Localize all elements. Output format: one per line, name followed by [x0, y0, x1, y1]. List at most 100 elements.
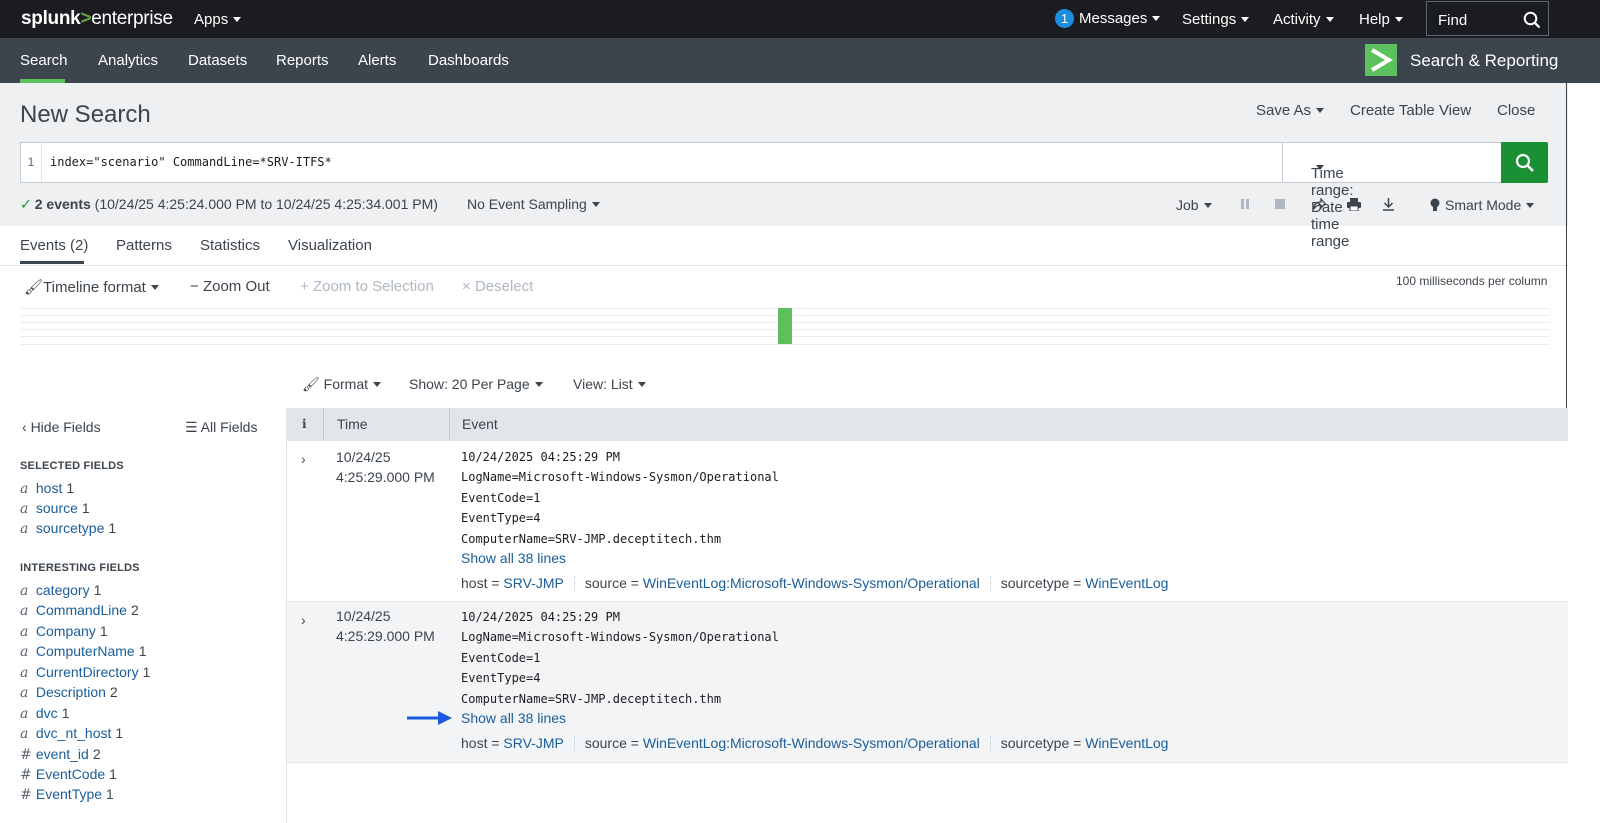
chevron-down-icon	[534, 381, 543, 387]
splunk-logo[interactable]: splunk>enterprise	[21, 8, 173, 30]
app-name[interactable]: Search & Reporting	[1410, 51, 1558, 71]
nav-dashboards[interactable]: Dashboards	[428, 52, 509, 69]
hide-fields-button[interactable]: ‹ Hide Fields	[22, 419, 101, 435]
deselect-button[interactable]: × Deselect	[462, 278, 533, 295]
event-line: LogName=Microsoft-Windows-Sysmon/Operati…	[461, 470, 779, 484]
view-menu[interactable]: View: List	[573, 376, 646, 392]
field-dvc-nt-host[interactable]: a dvc_nt_host 1	[20, 725, 123, 742]
field-source[interactable]: a source 1	[20, 500, 90, 517]
zoom-out-label: Zoom Out	[202, 278, 270, 295]
field-type: a	[20, 603, 29, 619]
zoom-out-button[interactable]: − Zoom Out	[190, 278, 270, 295]
chevron-right-icon[interactable]: ›	[301, 451, 306, 467]
search-query-input[interactable]: 1 index="scenario" CommandLine=*SRV-ITFS…	[20, 142, 1283, 183]
show-all-lines-link[interactable]: Show all 38 lines	[461, 550, 566, 566]
field-eventtype[interactable]: # EventType 1	[20, 786, 114, 803]
meta-divider	[573, 576, 575, 593]
search-button[interactable]	[1501, 142, 1548, 183]
field-event-id[interactable]: # event_id 2	[20, 746, 101, 763]
event-line: ComputerName=SRV-JMP.deceptitech.thm	[461, 532, 722, 546]
field-name: category	[35, 582, 90, 598]
field-computername[interactable]: a ComputerName 1	[20, 643, 147, 660]
time-range-picker[interactable]: Time range: Date time range	[1282, 142, 1502, 250]
field-sourcetype[interactable]: a sourcetype 1	[20, 520, 116, 537]
event-metadata: host = SRV-JMP source = WinEventLog:Micro…	[461, 575, 1168, 593]
tab-patterns[interactable]: Patterns	[116, 237, 172, 254]
meta-sourcetype-value[interactable]: WinEventLog	[1085, 575, 1168, 591]
field-type: a	[20, 481, 29, 497]
timeline-bar[interactable]	[778, 308, 792, 344]
field-name: sourcetype	[35, 520, 105, 536]
find-input[interactable]: Find	[1426, 1, 1549, 36]
search-mode-menu[interactable]: Smart Mode	[1430, 197, 1535, 213]
field-description[interactable]: a Description 2	[20, 684, 118, 701]
job-menu[interactable]: Job	[1176, 197, 1212, 213]
field-host[interactable]: a host 1	[20, 480, 74, 497]
field-count: 1	[106, 786, 114, 802]
event-line: EventCode=1	[461, 491, 541, 505]
meta-divider	[573, 736, 575, 753]
create-table-view-button[interactable]: Create Table View	[1350, 102, 1471, 119]
share-icon[interactable]	[1312, 198, 1326, 210]
field-category[interactable]: a category 1	[20, 582, 101, 599]
tab-events[interactable]: Events (2)	[20, 237, 88, 254]
nav-datasets[interactable]: Datasets	[188, 52, 247, 69]
app-nav-bar: Search Analytics Datasets Reports Alerts…	[0, 38, 1600, 83]
settings-menu[interactable]: Settings	[1182, 11, 1250, 28]
help-menu[interactable]: Help	[1359, 11, 1403, 28]
show-all-lines-link[interactable]: Show all 38 lines	[461, 710, 566, 726]
stop-icon[interactable]	[1274, 198, 1286, 210]
tab-statistics[interactable]: Statistics	[200, 237, 260, 254]
all-fields-button[interactable]: ☰ All Fields	[185, 419, 257, 436]
search-mode-label: Smart Mode	[1445, 197, 1522, 213]
field-dvc[interactable]: a dvc 1	[20, 705, 69, 722]
nav-reports[interactable]: Reports	[276, 52, 329, 69]
apps-menu[interactable]: Apps	[194, 11, 242, 28]
event-line: EventType=4	[461, 511, 541, 525]
field-commandline[interactable]: a CommandLine 2	[20, 602, 139, 619]
list-icon: ☰	[185, 419, 201, 435]
field-count: 1	[93, 582, 102, 598]
nav-alerts[interactable]: Alerts	[358, 52, 396, 69]
print-icon[interactable]	[1347, 198, 1361, 211]
app-logo-icon[interactable]	[1365, 44, 1397, 76]
save-as-button[interactable]: Save As	[1256, 102, 1325, 119]
meta-sourcetype-value[interactable]: WinEventLog	[1085, 735, 1168, 751]
scrollbar[interactable]	[1566, 83, 1567, 408]
chevron-down-icon	[373, 381, 382, 387]
activity-menu[interactable]: Activity	[1273, 11, 1334, 28]
meta-host-value[interactable]: SRV-JMP	[503, 575, 563, 591]
help-label: Help	[1359, 11, 1390, 28]
chevron-down-icon	[1316, 107, 1325, 113]
tab-visualization[interactable]: Visualization	[288, 237, 372, 254]
zoom-to-selection-button[interactable]: + Zoom to Selection	[300, 278, 434, 295]
field-type: a	[20, 685, 29, 701]
per-page-menu[interactable]: Show: 20 Per Page	[409, 376, 543, 392]
chevron-down-icon	[1325, 16, 1334, 22]
messages-menu[interactable]: 1 Messages	[1055, 9, 1161, 28]
nav-search[interactable]: Search	[20, 52, 68, 69]
format-menu[interactable]: 🖌︎ Format	[302, 376, 382, 393]
close-button[interactable]: Close	[1497, 102, 1535, 119]
field-name: Company	[35, 623, 96, 639]
pause-icon[interactable]	[1240, 198, 1250, 210]
timeline-scale-label: 100 milliseconds per column	[1396, 274, 1548, 288]
field-currentdirectory[interactable]: a CurrentDirectory 1	[20, 664, 150, 681]
meta-host-value[interactable]: SRV-JMP	[503, 735, 563, 751]
close-icon: ×	[462, 278, 475, 295]
nav-analytics[interactable]: Analytics	[98, 52, 158, 69]
event-sampling-menu[interactable]: No Event Sampling	[467, 196, 600, 212]
logo-splunk-text: splunk	[21, 8, 81, 29]
download-icon[interactable]	[1382, 198, 1395, 211]
column-divider	[323, 408, 324, 441]
event-column-header: Event	[462, 416, 498, 432]
meta-source-value[interactable]: WinEventLog:Microsoft-Windows-Sysmon/Ope…	[643, 735, 980, 751]
field-company[interactable]: a Company 1	[20, 623, 108, 640]
field-count: 1	[138, 643, 147, 659]
chevron-right-icon[interactable]: ›	[301, 612, 306, 628]
meta-source-value[interactable]: WinEventLog:Microsoft-Windows-Sysmon/Ope…	[643, 575, 980, 591]
field-eventcode[interactable]: # EventCode 1	[20, 766, 117, 783]
timeline-format-menu[interactable]: 🖌︎Timeline format	[24, 278, 159, 296]
chevron-left-icon: ‹	[22, 419, 31, 435]
time-column-header[interactable]: Time	[337, 416, 368, 432]
